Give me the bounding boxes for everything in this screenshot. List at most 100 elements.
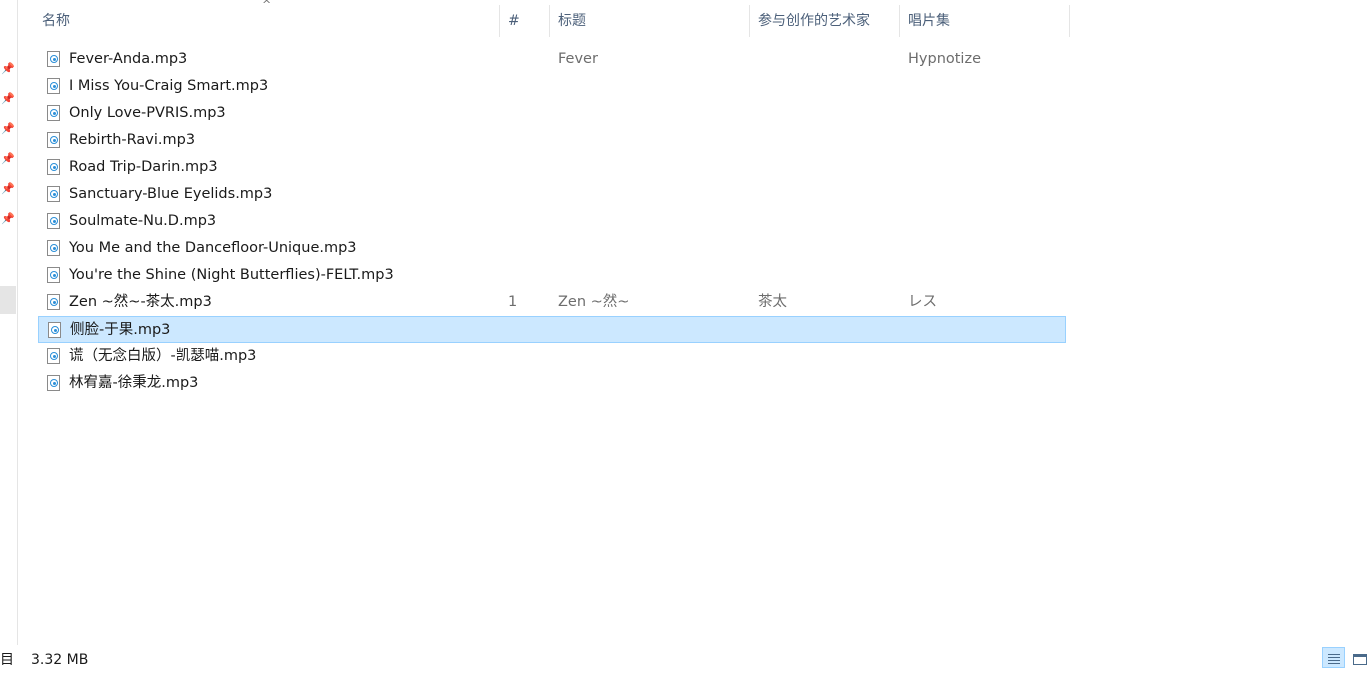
nav-selected-item[interactable] bbox=[0, 286, 16, 314]
file-album bbox=[908, 235, 1068, 262]
file-track-number bbox=[508, 208, 548, 235]
file-artist bbox=[758, 100, 898, 127]
file-track-number bbox=[509, 317, 549, 344]
audio-file-icon bbox=[47, 51, 60, 67]
file-name: 侧脸-于果.mp3 bbox=[70, 322, 171, 338]
file-artist bbox=[758, 154, 898, 181]
file-artist bbox=[758, 208, 898, 235]
file-row[interactable]: Fever-Anda.mp3 Fever Hypnotize bbox=[38, 46, 1066, 73]
file-name: 林宥嘉-徐秉龙.mp3 bbox=[69, 375, 199, 391]
file-row[interactable]: Soulmate-Nu.D.mp3 bbox=[38, 208, 1066, 235]
file-row[interactable]: Only Love-PVRIS.mp3 bbox=[38, 100, 1066, 127]
pin-icon[interactable]: 📌 bbox=[1, 63, 15, 75]
file-artist bbox=[758, 262, 898, 289]
file-row[interactable]: Sanctuary-Blue Eyelids.mp3 bbox=[38, 181, 1066, 208]
file-track-number bbox=[508, 46, 548, 73]
file-artist bbox=[758, 73, 898, 100]
file-track-number bbox=[508, 262, 548, 289]
file-row[interactable]: I Miss You-Craig Smart.mp3 bbox=[38, 73, 1066, 100]
file-row[interactable]: Rebirth-Ravi.mp3 bbox=[38, 127, 1066, 154]
file-title bbox=[559, 317, 749, 344]
pin-icon[interactable]: 📌 bbox=[1, 123, 15, 135]
file-row[interactable]: 侧脸-于果.mp3 bbox=[38, 316, 1066, 343]
file-album bbox=[908, 208, 1068, 235]
file-artist bbox=[758, 46, 898, 73]
pin-icon[interactable]: 📌 bbox=[1, 93, 15, 105]
audio-file-icon bbox=[47, 105, 60, 121]
status-item-count: 项目 bbox=[0, 652, 14, 668]
file-title bbox=[558, 343, 748, 370]
file-title bbox=[558, 73, 748, 100]
file-name: Road Trip-Darin.mp3 bbox=[69, 159, 218, 175]
audio-file-icon bbox=[47, 348, 60, 364]
file-name: Rebirth-Ravi.mp3 bbox=[69, 132, 196, 148]
file-track-number bbox=[508, 343, 548, 370]
large-icons-view-button[interactable] bbox=[1349, 647, 1371, 668]
file-title bbox=[558, 154, 748, 181]
details-view-button[interactable] bbox=[1322, 647, 1345, 668]
file-album: Hypnotize bbox=[908, 51, 981, 67]
file-row[interactable]: 谎（无念白版）-凯瑟喵.mp3 bbox=[38, 343, 1066, 370]
audio-file-icon bbox=[47, 267, 60, 283]
file-artist bbox=[758, 181, 898, 208]
file-track-number bbox=[508, 370, 548, 397]
navigation-pane: 📌 📌 📌 📌 📌 📌 bbox=[0, 0, 18, 645]
file-row[interactable]: Road Trip-Darin.mp3 bbox=[38, 154, 1066, 181]
file-title: Fever bbox=[558, 51, 598, 67]
audio-file-icon bbox=[47, 132, 60, 148]
column-header-title[interactable]: 标题 bbox=[550, 5, 750, 37]
column-header-track[interactable]: # bbox=[500, 5, 550, 37]
file-album bbox=[908, 100, 1068, 127]
file-artist bbox=[758, 370, 898, 397]
file-track-number bbox=[508, 100, 548, 127]
pin-icon[interactable]: 📌 bbox=[1, 183, 15, 195]
file-name: Zen ~然~-茶太.mp3 bbox=[69, 294, 212, 310]
file-title bbox=[558, 181, 748, 208]
column-header-artists[interactable]: 参与创作的艺术家 bbox=[750, 5, 900, 37]
file-track-number bbox=[508, 235, 548, 262]
file-album: レス bbox=[908, 294, 937, 310]
file-row[interactable]: You're the Shine (Night Butterflies)-FEL… bbox=[38, 262, 1066, 289]
file-album bbox=[908, 73, 1068, 100]
file-row[interactable]: You Me and the Dancefloor-Unique.mp3 bbox=[38, 235, 1066, 262]
file-name: 谎（无念白版）-凯瑟喵.mp3 bbox=[69, 348, 257, 364]
file-track-number bbox=[508, 154, 548, 181]
file-row[interactable]: Zen ~然~-茶太.mp3 1 Zen ~然~ 茶太 レス bbox=[38, 289, 1066, 316]
file-artist: 茶太 bbox=[758, 294, 787, 310]
file-album bbox=[908, 181, 1068, 208]
file-artist bbox=[758, 343, 898, 370]
pin-icon[interactable]: 📌 bbox=[1, 153, 15, 165]
column-header-row: ^ 名称 # 标题 参与创作的艺术家 唱片集 bbox=[17, 0, 1371, 40]
file-track-number bbox=[508, 181, 548, 208]
audio-file-icon bbox=[47, 375, 60, 391]
file-album bbox=[908, 343, 1068, 370]
file-album bbox=[908, 154, 1068, 181]
file-name: You're the Shine (Night Butterflies)-FEL… bbox=[69, 267, 394, 283]
audio-file-icon bbox=[47, 294, 60, 310]
column-header-name[interactable]: 名称 bbox=[34, 5, 500, 37]
file-album bbox=[909, 317, 1069, 344]
column-header-album[interactable]: 唱片集 bbox=[900, 5, 1070, 37]
file-name: Soulmate-Nu.D.mp3 bbox=[69, 213, 217, 229]
file-title bbox=[558, 235, 748, 262]
audio-file-icon bbox=[47, 186, 60, 202]
audio-file-icon bbox=[47, 240, 60, 256]
file-title bbox=[558, 127, 748, 154]
audio-file-icon bbox=[47, 159, 60, 175]
file-title bbox=[558, 370, 748, 397]
file-artist bbox=[758, 127, 898, 154]
file-artist bbox=[758, 235, 898, 262]
file-name: Sanctuary-Blue Eyelids.mp3 bbox=[69, 186, 273, 202]
file-row[interactable]: 林宥嘉-徐秉龙.mp3 bbox=[38, 370, 1066, 397]
file-track-number bbox=[508, 73, 548, 100]
file-name: Fever-Anda.mp3 bbox=[69, 51, 188, 67]
file-name: Only Love-PVRIS.mp3 bbox=[69, 105, 226, 121]
file-album bbox=[908, 262, 1068, 289]
pin-icon[interactable]: 📌 bbox=[1, 213, 15, 225]
file-name: I Miss You-Craig Smart.mp3 bbox=[69, 78, 269, 94]
audio-file-icon bbox=[47, 213, 60, 229]
file-title bbox=[558, 262, 748, 289]
file-track-number bbox=[508, 127, 548, 154]
file-title bbox=[558, 100, 748, 127]
file-artist bbox=[759, 317, 899, 344]
